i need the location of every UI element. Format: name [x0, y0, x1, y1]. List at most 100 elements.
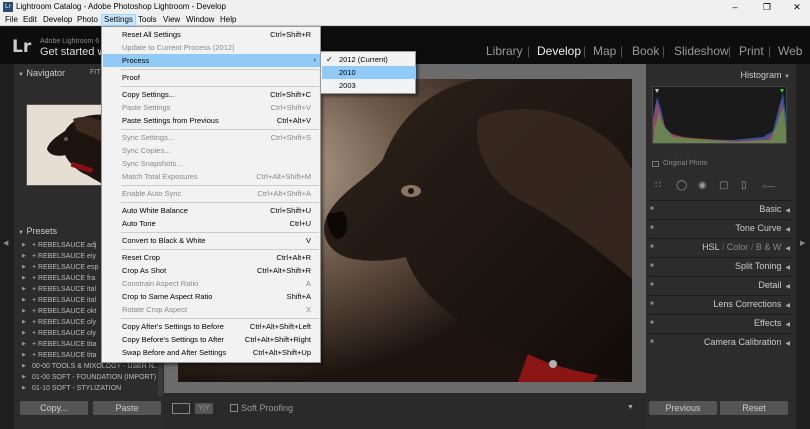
- module-print[interactable]: Print: [739, 44, 764, 58]
- maximize-button[interactable]: ❐: [752, 0, 782, 14]
- panel-switch-icon[interactable]: ■: [650, 258, 654, 274]
- section-tone-curve[interactable]: ■ Tone Curve ◀: [650, 219, 790, 235]
- reset-button[interactable]: Reset: [720, 401, 788, 415]
- panel-switch-icon[interactable]: ■: [650, 201, 654, 217]
- left-edge-collapse[interactable]: ◀: [0, 64, 14, 429]
- menu-item-update-process[interactable]: Update to Current Process (2012): [103, 41, 321, 54]
- previous-button[interactable]: Previous: [649, 401, 717, 415]
- menu-window[interactable]: Window: [184, 14, 216, 26]
- histogram-header[interactable]: Histogram ▼: [650, 68, 790, 82]
- collapse-triangle-icon[interactable]: ▼: [18, 230, 24, 236]
- spot-removal-icon[interactable]: ◉: [698, 180, 707, 191]
- panel-switch-icon[interactable]: ■: [650, 296, 654, 312]
- minimize-button[interactable]: –: [720, 0, 750, 14]
- menu-item-proof[interactable]: Proof: [103, 71, 321, 84]
- section-camera-calibration[interactable]: ■ Camera Calibration ◀: [650, 333, 790, 349]
- expand-triangle-icon[interactable]: ◀: [785, 265, 790, 271]
- menu-item-reset-all-settings[interactable]: Reset All Settings Ctrl+Shift+R: [103, 28, 321, 41]
- collapse-left-icon[interactable]: ◀: [3, 239, 8, 247]
- collapse-right-icon[interactable]: ▶: [800, 239, 805, 247]
- close-button[interactable]: ✕: [782, 0, 810, 14]
- menu-item-sync-copies[interactable]: Sync Copies...: [103, 144, 321, 157]
- module-library[interactable]: Library: [486, 44, 523, 58]
- menu-item-paste-from-previous[interactable]: Paste Settings from Previous Ctrl+Alt+V: [103, 114, 321, 127]
- menu-develop[interactable]: Develop: [41, 14, 74, 26]
- menu-item-copy-before-to-after[interactable]: Copy Before's Settings to After Ctrl+Alt+…: [103, 333, 321, 346]
- section-detail[interactable]: ■ Detail ◀: [650, 276, 790, 292]
- graduated-filter-icon[interactable]: ▯: [741, 180, 747, 191]
- bw-tab[interactable]: B & W: [756, 242, 782, 252]
- panel-switch-icon[interactable]: ■: [650, 315, 654, 331]
- navigator-fit[interactable]: FIT: [90, 66, 101, 80]
- menu-item-match-total-exposures[interactable]: Match Total Exposures Ctrl+Alt+Shift+M: [103, 170, 321, 183]
- expand-triangle-icon[interactable]: ◀: [785, 341, 790, 347]
- expand-triangle-icon[interactable]: ◀: [785, 303, 790, 309]
- menu-item-constrain-aspect[interactable]: Constrain Aspect Ratio A: [103, 277, 321, 290]
- collapse-triangle-icon[interactable]: ▼: [784, 74, 790, 80]
- expand-triangle-icon[interactable]: ◀: [785, 322, 790, 328]
- before-after-button[interactable]: Y|Y: [195, 403, 213, 414]
- preset-folder[interactable]: 01-10 SOFT - STYLIZATION: [18, 383, 158, 394]
- module-develop[interactable]: Develop: [537, 44, 581, 58]
- soft-proofing-checkbox[interactable]: [230, 404, 238, 412]
- menu-item-swap-before-after[interactable]: Swap Before and After Settings Ctrl+Alt+S…: [103, 346, 321, 359]
- panel-switch-icon[interactable]: ■: [650, 239, 654, 255]
- menu-item-auto-white-balance[interactable]: Auto White Balance Ctrl+Shift+U: [103, 204, 321, 217]
- expand-triangle-icon[interactable]: ◀: [785, 208, 790, 214]
- section-hsl[interactable]: ■ HSL / Color / B & W ◀: [650, 238, 790, 254]
- expand-triangle-icon[interactable]: ◀: [785, 246, 790, 252]
- menu-item-rotate-crop-aspect[interactable]: Rotate Crop Aspect X: [103, 303, 321, 316]
- crop-tool-icon[interactable]: ◯: [676, 180, 687, 191]
- module-slideshow[interactable]: Slideshow: [674, 44, 729, 58]
- menu-item-paste-settings[interactable]: Paste Settings Ctrl+Shift+V: [103, 101, 321, 114]
- menu-item-enable-auto-sync[interactable]: Enable Auto Sync Ctrl+Alt+Shift+A: [103, 187, 321, 200]
- toolbar-menu-icon[interactable]: ▼: [627, 404, 634, 411]
- adjustment-brush-icon[interactable]: ○—: [762, 182, 775, 191]
- menu-item-copy-after-to-before[interactable]: Copy After's Settings to Before Ctrl+Alt+…: [103, 320, 321, 333]
- menu-settings[interactable]: Settings: [101, 14, 136, 26]
- menu-item-process[interactable]: Process ›: [103, 54, 321, 67]
- collapse-triangle-icon[interactable]: ▼: [18, 72, 24, 78]
- menu-item-convert-bw[interactable]: Convert to Black & White V: [103, 234, 321, 247]
- loupe-view-button[interactable]: [172, 403, 190, 414]
- module-map[interactable]: Map: [593, 44, 616, 58]
- menu-item-reset-crop[interactable]: Reset Crop Ctrl+Alt+R: [103, 251, 321, 264]
- module-book[interactable]: Book: [632, 44, 659, 58]
- menu-edit[interactable]: Edit: [21, 14, 39, 26]
- get-started-text[interactable]: Get started w: [40, 46, 105, 58]
- menu-item-sync-settings[interactable]: Sync Settings... Ctrl+Shift+S: [103, 131, 321, 144]
- copy-button[interactable]: Copy...: [20, 401, 88, 415]
- submenu-item-2012[interactable]: ✓ 2012 (Current): [322, 53, 416, 66]
- section-effects[interactable]: ■ Effects ◀: [650, 314, 790, 330]
- panel-switch-icon[interactable]: ■: [650, 277, 654, 293]
- panel-switch-icon[interactable]: ■: [650, 220, 654, 236]
- menu-item-crop-as-shot[interactable]: Crop As Shot Ctrl+Alt+Shift+R: [103, 264, 321, 277]
- menu-file[interactable]: File: [3, 14, 20, 26]
- menu-item-crop-same-aspect[interactable]: Crop to Same Aspect Ratio Shift+A: [103, 290, 321, 303]
- grid-overlay-icon[interactable]: ∷: [655, 180, 661, 191]
- expand-triangle-icon[interactable]: ◀: [785, 284, 790, 290]
- right-edge-collapse[interactable]: ▶: [796, 64, 810, 429]
- menu-tools[interactable]: Tools: [136, 14, 159, 26]
- hsl-tab[interactable]: HSL: [702, 242, 719, 252]
- menu-item-sync-snapshots[interactable]: Sync Snapshots...: [103, 157, 321, 170]
- menu-item-copy-settings[interactable]: Copy Settings... Ctrl+Shift+C: [103, 88, 321, 101]
- expand-triangle-icon[interactable]: ◀: [785, 227, 790, 233]
- histogram[interactable]: [652, 86, 787, 144]
- red-eye-icon[interactable]: ▢: [719, 180, 728, 191]
- menu-view[interactable]: View: [161, 14, 182, 26]
- menu-item-auto-tone[interactable]: Auto Tone Ctrl+U: [103, 217, 321, 230]
- module-web[interactable]: Web: [778, 44, 802, 58]
- submenu-item-2010[interactable]: 2010: [322, 66, 416, 79]
- section-lens-corrections[interactable]: ■ Lens Corrections ◀: [650, 295, 790, 311]
- section-split-toning[interactable]: ■ Split Toning ◀: [650, 257, 790, 273]
- menu-photo[interactable]: Photo: [75, 14, 100, 26]
- paste-button[interactable]: Paste: [93, 401, 161, 415]
- navigator-thumbnail[interactable]: [26, 104, 106, 186]
- submenu-item-2003[interactable]: 2003: [322, 79, 416, 92]
- preset-folder[interactable]: 01-00 SOFT - FOUNDATION (IMPORT): [18, 372, 158, 383]
- section-basic[interactable]: ■ Basic ◀: [650, 200, 790, 216]
- menu-help[interactable]: Help: [218, 14, 238, 26]
- color-tab[interactable]: Color: [727, 242, 749, 252]
- panel-switch-icon[interactable]: ■: [650, 334, 654, 350]
